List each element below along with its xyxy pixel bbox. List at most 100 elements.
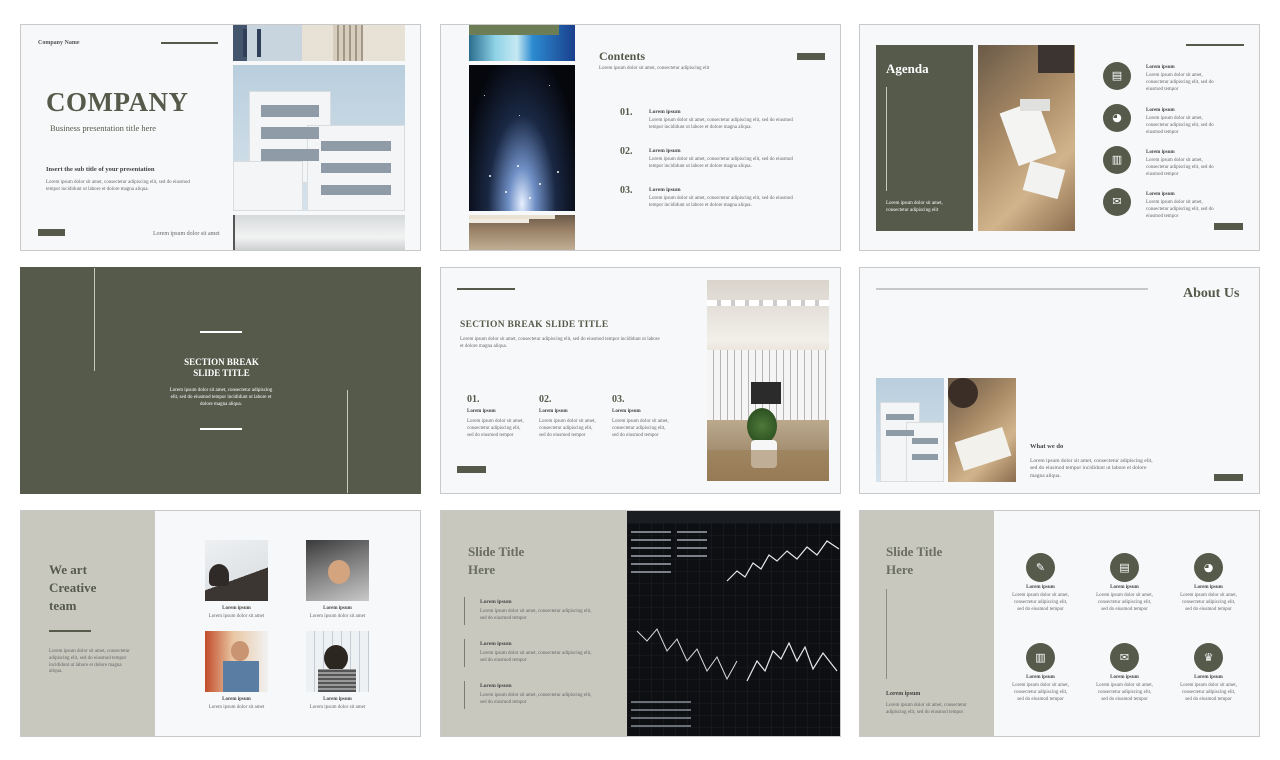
member-role: Lorem ipsum dolor sit amet (208, 705, 265, 710)
slide-thumbnail-7[interactable]: We art Creative team Lorem ipsum dolor s… (20, 510, 421, 737)
slide-thumbnail-9[interactable]: Slide Title Here Lorem ipsum Lorem ipsum… (859, 510, 1260, 737)
agenda-item-text: Lorem ipsum dolor sit amet, consectetur … (1146, 73, 1214, 92)
city-photo (469, 215, 575, 250)
side-panel: Slide Title Here Lorem ipsum Lorem ipsum… (441, 511, 627, 736)
header-rule (161, 42, 218, 44)
slide-thumbnail-8[interactable]: Slide Title Here Lorem ipsum Lorem ipsum… (440, 510, 841, 737)
item-text: Lorem ipsum dolor sit amet, consectetur … (480, 609, 592, 621)
member-name: Lorem ipsum (323, 606, 352, 611)
team-photo-1 (205, 540, 268, 601)
item-text: Lorem ipsum dolor sit amet, consectetur … (480, 651, 592, 663)
item-title: Lorem ipsum (612, 409, 641, 414)
slide-thumbnail-5[interactable]: SECTION BREAK SLIDE TITLE Lorem ipsum do… (440, 267, 841, 494)
slide-thumbnail-3[interactable]: Agenda Lorem ipsum dolor sit amet, conse… (859, 24, 1260, 251)
section-text: Lorem ipsum dolor sit amet, consectetur … (460, 337, 660, 349)
team-photo-3 (205, 631, 268, 692)
team-title-line3: team (49, 598, 77, 613)
item-text: Lorem ipsum dolor sit amet, consectetur … (467, 419, 524, 438)
section-text: Lorem ipsum dolor sit amet, consectetur … (169, 388, 273, 407)
workspace-photo (948, 378, 1016, 482)
slide-thumbnail-6[interactable]: About Us What we do Lorem ipsum dolor si… (859, 267, 1260, 494)
team-title-line2: Creative (49, 580, 97, 595)
section-title-line1: SECTION BREAK (184, 357, 259, 367)
bar-chart-icon: ▥ (1026, 643, 1055, 672)
agenda-item-text: Lorem ipsum dolor sit amet, consectetur … (1146, 158, 1214, 177)
vertical-rule (347, 390, 348, 493)
meeting-photo (978, 45, 1075, 231)
clipboard-icon: ▤ (1103, 62, 1131, 90)
agenda-item-text: Lorem ipsum dolor sit amet, consectetur … (1146, 200, 1214, 219)
sub-title: Insert the sub title of your presentatio… (46, 166, 155, 173)
feature-title: Lorem ipsum (1110, 585, 1139, 590)
slide-title-line2: Here (468, 562, 496, 577)
lab-photo (469, 25, 575, 61)
building-photo-main (233, 65, 405, 211)
contents-subtitle: Lorem ipsum dolor sit amet, consectetur … (599, 66, 710, 71)
item-text: Lorem ipsum dolor sit amet, consectetur … (539, 419, 596, 438)
panel-rule (886, 87, 887, 191)
slide-title-line1: Slide Title (468, 544, 525, 559)
item-title: Lorem ipsum (649, 148, 681, 154)
item-title: Lorem ipsum (480, 599, 512, 605)
footer-text: Lorem ipsum dolor sit amet (153, 231, 220, 237)
chat-icon: ✉ (1103, 188, 1131, 216)
agenda-title: Agenda (886, 61, 929, 76)
company-name: Company Name (38, 40, 80, 46)
member-role: Lorem ipsum dolor sit amet (309, 705, 366, 710)
item-text: Lorem ipsum dolor sit amet, consectetur … (480, 693, 592, 705)
panel-rule (886, 589, 887, 679)
accent-bar (38, 229, 65, 236)
document-icon: ✎ (1026, 553, 1055, 582)
member-role: Lorem ipsum dolor sit amet (309, 614, 366, 619)
contents-title: Contents (599, 49, 646, 63)
team-photo-4 (306, 631, 369, 692)
slide-subtitle: Business presentation title here (50, 123, 156, 133)
accent-bar (457, 466, 486, 473)
agenda-item-title: Lorem ipsum (1146, 150, 1175, 155)
agenda-panel: Agenda Lorem ipsum dolor sit amet, conse… (876, 45, 973, 231)
slide-thumbnail-2[interactable]: Contents Lorem ipsum dolor sit amet, con… (440, 24, 841, 251)
agenda-item-title: Lorem ipsum (1146, 65, 1175, 70)
feature-text: Lorem ipsum dolor sit amet, consectetur … (1012, 683, 1069, 702)
item-number: 01. (620, 107, 633, 118)
feature-text: Lorem ipsum dolor sit amet, consectetur … (1096, 683, 1153, 702)
side-panel: We art Creative team Lorem ipsum dolor s… (21, 511, 155, 736)
team-photo-2 (306, 540, 369, 601)
item-title: Lorem ipsum (649, 109, 681, 115)
feature-text: Lorem ipsum dolor sit amet, consectetur … (1180, 593, 1237, 612)
item-number: 03. (620, 185, 633, 196)
feature-title: Lorem ipsum (1110, 675, 1139, 680)
item-text: Lorem ipsum dolor sit amet, consectetur … (612, 419, 669, 438)
item-title: Lorem ipsum (539, 409, 568, 414)
slide-thumbnail-1[interactable]: Company Name COMPANY Business presentati… (20, 24, 421, 251)
clipboard-icon: ▤ (1110, 553, 1139, 582)
item-rule (464, 597, 465, 625)
item-title: Lorem ipsum (467, 409, 496, 414)
bar-chart-icon: ▥ (1103, 146, 1131, 174)
side-panel: Slide Title Here Lorem ipsum Lorem ipsum… (860, 511, 994, 736)
panel-text: Lorem ipsum dolor sit amet, consectetur … (886, 703, 967, 715)
top-rule (200, 331, 242, 333)
item-rule (464, 639, 465, 667)
feature-text: Lorem ipsum dolor sit amet, consectetur … (1096, 593, 1153, 612)
body-text: Lorem ipsum dolor sit amet, consectetur … (46, 180, 190, 192)
chat-icon: ✉ (1110, 643, 1139, 672)
item-number: 02. (620, 146, 633, 157)
about-title: About Us (1183, 286, 1240, 301)
feature-title: Lorem ipsum (1026, 585, 1055, 590)
member-name: Lorem ipsum (222, 606, 251, 611)
slide-title: COMPANY (46, 87, 189, 117)
slide-thumbnail-4[interactable]: SECTION BREAK SLIDE TITLE Lorem ipsum do… (20, 267, 421, 494)
office-photo (707, 280, 829, 481)
agenda-item-title: Lorem ipsum (1146, 192, 1175, 197)
item-text: Lorem ipsum dolor sit amet, consectetur … (649, 118, 793, 130)
building-photo (876, 378, 944, 482)
about-text: Lorem ipsum dolor sit amet, consectetur … (1030, 458, 1153, 479)
trophy-icon: ♛ (1194, 643, 1223, 672)
feature-text: Lorem ipsum dolor sit amet, consectetur … (1180, 683, 1237, 702)
member-role: Lorem ipsum dolor sit amet (208, 614, 265, 619)
interior-photo (233, 215, 405, 250)
stock-chart-photo (627, 511, 840, 736)
item-title: Lorem ipsum (480, 683, 512, 689)
header-rule (457, 288, 515, 290)
